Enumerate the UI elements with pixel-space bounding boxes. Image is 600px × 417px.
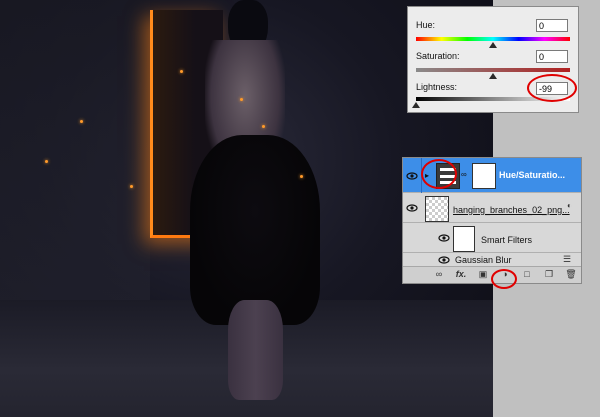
layer-name-hanging-branches[interactable]: hanging_branches_02_png... [453, 205, 570, 215]
hue-value-field[interactable]: 0 [536, 19, 568, 32]
layer-mask-thumbnail[interactable] [472, 163, 496, 189]
annotation-circle-lightness [527, 74, 577, 102]
spark [180, 70, 183, 73]
link-icon[interactable]: ∞ [433, 269, 445, 280]
lightness-slider-thumb[interactable] [412, 102, 420, 108]
fx-icon[interactable]: fx. [455, 269, 467, 280]
spark [80, 120, 83, 123]
brick-wall [0, 0, 150, 300]
eye-icon[interactable] [438, 233, 450, 243]
hue-label: Hue: [416, 20, 436, 30]
new-layer-icon[interactable]: ❐ [543, 269, 555, 280]
annotation-circle-layer [421, 159, 457, 189]
woman-legs [228, 300, 283, 400]
spark [240, 98, 243, 101]
smart-object-icon: ◐ [567, 201, 572, 210]
filter-mask-thumbnail[interactable] [453, 226, 475, 252]
spark [300, 175, 303, 178]
lightness-label: Lightness: [416, 82, 458, 92]
eye-icon[interactable] [406, 203, 418, 213]
saturation-value-field[interactable]: 0 [536, 50, 568, 63]
eye-icon[interactable] [406, 171, 418, 181]
layer-row-gaussian-blur[interactable]: Gaussian Blur ☰ [403, 253, 581, 267]
spark [45, 160, 48, 163]
layers-panel: ▸ ∞ Hue/Saturatio... hanging_branches_02… [402, 157, 582, 284]
layer-name-hue-saturation[interactable]: Hue/Saturatio... [499, 170, 565, 180]
woman-dress [190, 135, 320, 325]
trash-icon[interactable]: 🗑 [565, 269, 577, 280]
annotation-circle-adjustment-button [491, 269, 517, 289]
blending-options-icon[interactable]: ☰ [563, 254, 571, 265]
folder-icon[interactable]: □ [521, 269, 533, 280]
spark [262, 125, 265, 128]
hue-slider-track[interactable] [416, 37, 570, 41]
smart-filters-label: Smart Filters [481, 235, 533, 245]
spark [130, 185, 133, 188]
mask-icon[interactable]: ▣ [477, 269, 489, 280]
saturation-slider-track[interactable] [416, 68, 570, 72]
eye-icon[interactable] [438, 255, 450, 265]
layer-row-smart-filters[interactable]: Smart Filters [403, 223, 581, 253]
saturation-slider-thumb[interactable] [489, 73, 497, 79]
layer-thumbnail [425, 196, 449, 222]
saturation-label: Saturation: [416, 51, 460, 61]
filter-name[interactable]: Gaussian Blur [455, 255, 512, 265]
layer-row-hanging-branches[interactable]: hanging_branches_02_png... ◐ [403, 193, 581, 223]
hue-slider-thumb[interactable] [489, 42, 497, 48]
link-icon[interactable]: ∞ [461, 170, 467, 179]
